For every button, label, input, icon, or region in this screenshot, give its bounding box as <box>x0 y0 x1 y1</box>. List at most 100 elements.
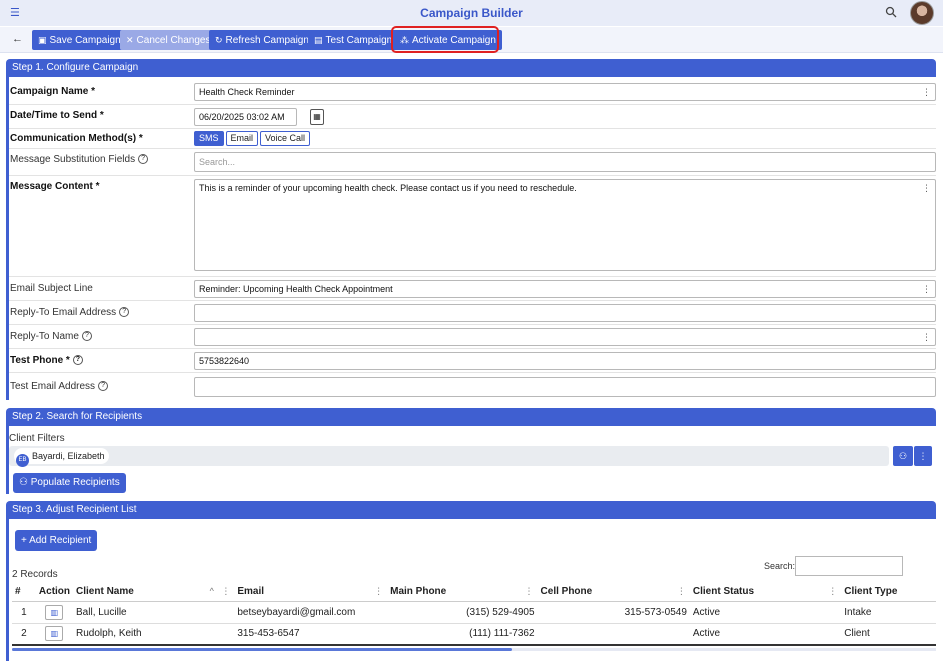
activate-campaign-button[interactable]: ⁂ Activate Campaign <box>394 30 502 50</box>
client-filters-bar[interactable]: EB Bayardi, Elizabeth <box>9 446 889 467</box>
help-icon[interactable]: ? <box>98 381 109 392</box>
kebab-icon[interactable]: ⋮ <box>922 329 931 345</box>
comm-voice[interactable]: Voice Call <box>260 131 311 146</box>
reply-name-input[interactable]: ⋮ <box>194 328 936 346</box>
add-recipient-button[interactable]: + Add Recipient <box>15 530 98 551</box>
col-cell-phone[interactable]: Cell Phone ⋮ <box>537 582 690 602</box>
help-icon[interactable]: ? <box>81 331 92 342</box>
step2-header: Step 2. Search for Recipients <box>6 408 936 426</box>
populate-recipients-button[interactable]: ⚇ Populate Recipients <box>13 473 126 493</box>
table-search-label: Search: <box>764 561 796 571</box>
reply-email-row: Reply-To Email Address? <box>9 301 936 325</box>
comm-methods: SMS Email Voice Call <box>194 131 312 146</box>
kebab-icon[interactable]: ⋮ <box>922 180 931 196</box>
cancel-changes-button[interactable]: ✕ Cancel Changes <box>120 30 217 50</box>
col-client-status[interactable]: Client Status ⋮ <box>689 582 842 602</box>
subst-label: Message Substitution Fields? <box>10 154 149 165</box>
main-phone-cell: (315) 529-4905 <box>387 601 538 624</box>
main-phone-cell: (111) 111-7362 <box>387 623 538 646</box>
column-menu-icon[interactable]: ⋮ <box>374 586 383 597</box>
test-phone-row: Test Phone *? 5753822640 <box>9 349 936 373</box>
row-number: 2 <box>12 623 36 646</box>
step1-header: Step 1. Configure Campaign <box>6 59 936 77</box>
client-type-cell: Intake <box>841 601 936 624</box>
date-row: Date/Time to Send * 06/20/2025 03:02 AM … <box>9 105 936 129</box>
document-icon: ▤ <box>314 35 323 45</box>
subject-input[interactable]: Reminder: Upcoming Health Check Appointm… <box>194 280 936 298</box>
test-email-label: Test Email Address? <box>10 381 109 392</box>
search-icon[interactable] <box>885 6 899 20</box>
date-label: Date/Time to Send * <box>10 110 104 121</box>
campaign-name-input[interactable]: Health Check Reminder ⋮ <box>194 83 936 101</box>
col-action: Action <box>35 582 74 602</box>
date-input[interactable]: 06/20/2025 03:02 AM <box>194 108 297 126</box>
column-menu-icon[interactable]: ⋮ <box>828 586 837 597</box>
step3-header: Step 3. Adjust Recipient List <box>6 501 936 519</box>
col-main-phone[interactable]: Main Phone ⋮ <box>387 582 538 602</box>
subject-label: Email Subject Line <box>10 283 93 294</box>
comm-row: Communication Method(s) * SMS Email Voice … <box>9 129 936 149</box>
client-filters-label: Client Filters <box>9 433 65 444</box>
chip-avatar: EB <box>16 454 29 467</box>
help-icon[interactable]: ? <box>138 154 149 165</box>
close-icon: ✕ <box>126 35 134 45</box>
record-count: 2 Records <box>12 569 58 580</box>
refresh-icon: ↻ <box>215 35 223 45</box>
user-avatar[interactable] <box>910 1 934 25</box>
col-client-type[interactable]: Client Type <box>841 582 936 602</box>
reply-email-label: Reply-To Email Address? <box>10 307 130 318</box>
horizontal-scrollbar[interactable] <box>12 648 512 651</box>
comm-label: Communication Method(s) * <box>10 133 143 144</box>
reply-name-label: Reply-To Name? <box>10 331 92 342</box>
comm-email[interactable]: Email <box>225 131 259 146</box>
group-filter-button[interactable]: ⚇ <box>893 446 913 466</box>
client-status-cell: Active <box>689 601 842 624</box>
content-label: Message Content * <box>10 181 100 192</box>
col-email[interactable]: Email ⋮ <box>234 582 388 602</box>
app-header: ☰ Campaign Builder <box>0 0 943 26</box>
save-icon: ▣ <box>38 35 47 45</box>
test-email-input[interactable] <box>194 377 936 397</box>
back-arrow-icon[interactable]: ← <box>12 33 23 45</box>
save-campaign-button[interactable]: ▣ Save Campaign <box>32 30 127 50</box>
subject-row: Email Subject Line Reminder: Upcoming He… <box>9 277 936 301</box>
help-icon[interactable]: ? <box>72 355 83 366</box>
table-row[interactable]: 2 ▥ Rudolph, Keith 315-453-6547 (111) 11… <box>12 623 936 646</box>
test-campaign-button[interactable]: ▤ Test Campaign <box>308 30 399 50</box>
client-name-cell: Ball, Lucille <box>73 601 235 624</box>
activate-icon: ⁂ <box>400 35 409 45</box>
delete-icon[interactable]: ▥ <box>45 604 64 620</box>
table-row[interactable]: 1 ▥ Ball, Lucille betseybayardi@gmail.co… <box>12 601 936 624</box>
client-status-cell: Active <box>689 623 842 646</box>
filter-chip[interactable]: EB Bayardi, Elizabeth <box>14 448 109 467</box>
comm-sms[interactable]: SMS <box>194 131 224 146</box>
kebab-icon[interactable]: ⋮ <box>922 281 931 297</box>
menu-icon[interactable]: ☰ <box>10 6 24 20</box>
sort-menu-icons[interactable]: ^ ⋮ <box>210 586 231 597</box>
client-type-cell: Client <box>841 623 936 646</box>
table-search-input[interactable] <box>795 556 903 576</box>
test-phone-input[interactable]: 5753822640 <box>194 352 936 370</box>
filter-kebab-button[interactable]: ⋮ <box>914 446 932 466</box>
email-cell: 315-453-6547 <box>234 623 388 646</box>
column-menu-icon[interactable]: ⋮ <box>677 586 686 597</box>
row-number: 1 <box>12 601 36 624</box>
kebab-icon[interactable]: ⋮ <box>922 84 931 100</box>
user-add-icon: ⚇ <box>19 477 31 488</box>
test-email-row: Test Email Address? <box>9 373 936 399</box>
column-menu-icon[interactable]: ⋮ <box>525 586 534 597</box>
message-content-textarea[interactable]: This is a reminder of your upcoming heal… <box>194 179 936 271</box>
subst-search-input[interactable]: Search... <box>194 152 936 172</box>
page-title: Campaign Builder <box>420 6 523 20</box>
campaign-name-label: Campaign Name * <box>10 86 96 97</box>
recipient-table: # Action Client Name ^ ⋮ Email ⋮ Main Phon… <box>12 582 936 646</box>
calendar-icon[interactable]: ▦ <box>310 109 324 125</box>
cell-phone-cell: 315-573-0549 <box>537 601 690 624</box>
delete-icon[interactable]: ▥ <box>45 626 64 642</box>
content-row: Message Content * This is a reminder of … <box>9 176 936 277</box>
col-client-name[interactable]: Client Name ^ ⋮ <box>73 582 235 602</box>
reply-email-input[interactable] <box>194 304 936 322</box>
help-icon[interactable]: ? <box>119 307 130 318</box>
test-phone-label: Test Phone *? <box>10 355 83 366</box>
refresh-campaign-button[interactable]: ↻ Refresh Campaign <box>209 30 315 50</box>
